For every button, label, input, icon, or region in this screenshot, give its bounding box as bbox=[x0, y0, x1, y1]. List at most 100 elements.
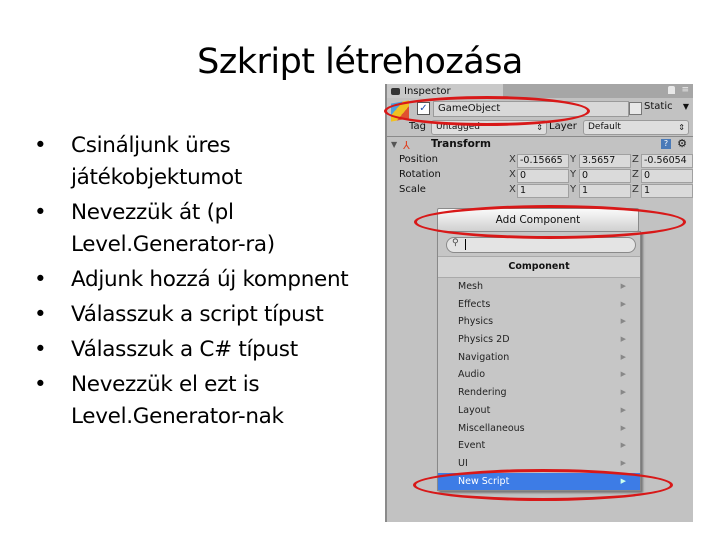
inspector-panel: Inspector ≡ ✓ GameObject Static ▼ Tag Un… bbox=[385, 84, 693, 522]
submenu-arrow-icon: ▶ bbox=[620, 282, 626, 290]
menu-item-navigation[interactable]: Navigation ▶ bbox=[438, 349, 640, 367]
menu-item-rendering[interactable]: Rendering ▶ bbox=[438, 384, 640, 402]
inspector-tabbar: Inspector ≡ bbox=[387, 84, 693, 98]
foldout-arrow-icon[interactable]: ▼ bbox=[391, 140, 397, 149]
submenu-arrow-icon: ▶ bbox=[620, 458, 626, 467]
scale-z-field[interactable]: 1 bbox=[641, 184, 693, 198]
bullet-text: Válasszuk a script típust bbox=[71, 302, 324, 327]
submenu-arrow-icon: ▶ bbox=[620, 299, 626, 308]
component-popup-header: Component bbox=[438, 256, 640, 278]
scale-x-field[interactable]: 1 bbox=[517, 184, 569, 198]
gear-icon[interactable]: ⚙ bbox=[677, 137, 687, 150]
submenu-arrow-icon: ▶ bbox=[620, 476, 626, 485]
rotation-y-field[interactable]: 0 bbox=[579, 169, 631, 183]
menu-item-ui[interactable]: UI ▶ bbox=[438, 455, 640, 473]
component-search-input[interactable]: ⚲ bbox=[446, 237, 636, 253]
menu-item-label: Mesh bbox=[458, 281, 484, 292]
bullet-item: • Válasszuk a C# típust bbox=[28, 334, 388, 366]
tag-dropdown[interactable]: Untagged ⇕ bbox=[431, 120, 547, 135]
bullet-icon: • bbox=[34, 133, 47, 158]
updown-arrow-icon: ⇕ bbox=[678, 123, 685, 132]
static-checkbox[interactable] bbox=[629, 102, 642, 115]
submenu-arrow-icon: ▶ bbox=[620, 317, 626, 326]
transform-title: Transform bbox=[431, 138, 491, 150]
menu-item-physics[interactable]: Physics ▶ bbox=[438, 313, 640, 331]
tag-label: Tag bbox=[409, 121, 426, 132]
menu-item-event[interactable]: Event ▶ bbox=[438, 437, 640, 455]
add-component-button[interactable]: Add Component bbox=[437, 208, 639, 232]
tab-inspector[interactable]: Inspector bbox=[387, 84, 503, 98]
bullet-text-continued: Level.Generator-nak bbox=[71, 404, 284, 429]
bullet-item: • Csináljunk üres játékobjektumot bbox=[28, 130, 388, 194]
layer-value: Default bbox=[588, 122, 621, 132]
submenu-arrow-icon: ▶ bbox=[620, 441, 626, 450]
menu-item-label: Rendering bbox=[458, 387, 507, 399]
transform-component: ▼ ⅄ Transform ? ⚙ Position X -0.15665 Y … bbox=[387, 136, 693, 199]
axis-x-label: X bbox=[509, 169, 516, 180]
rotation-label: Rotation bbox=[399, 169, 441, 180]
updown-arrow-icon: ⇕ bbox=[536, 123, 543, 132]
menu-item-layout[interactable]: Layout ▶ bbox=[438, 402, 640, 420]
submenu-arrow-icon: ▶ bbox=[620, 423, 626, 432]
bullet-text: Nevezzük át (pl bbox=[71, 200, 234, 225]
position-x-field[interactable]: -0.15665 bbox=[517, 154, 569, 168]
search-icon: ⚲ bbox=[452, 238, 459, 248]
menu-item-miscellaneous[interactable]: Miscellaneous ▶ bbox=[438, 420, 640, 438]
bullet-icon: • bbox=[34, 372, 47, 397]
menu-item-audio[interactable]: Audio ▶ bbox=[438, 366, 640, 384]
bullet-item: • Nevezzük el ezt is Level.Generator-nak bbox=[28, 369, 388, 433]
submenu-arrow-icon: ▶ bbox=[620, 335, 626, 344]
info-icon bbox=[391, 87, 400, 95]
submenu-arrow-icon: ▶ bbox=[620, 405, 626, 414]
menu-item-label: New Script bbox=[458, 475, 510, 487]
component-menu-list: Mesh ▶ Effects ▶ Physics ▶ Physics 2D ▶ Navigati… bbox=[438, 278, 640, 491]
layer-label: Layer bbox=[549, 121, 577, 132]
scale-row: Scale X 1 Y 1 Z 1 bbox=[387, 183, 693, 198]
rotation-z-field[interactable]: 0 bbox=[641, 169, 693, 183]
menu-item-new-script[interactable]: New Script ▶ bbox=[438, 472, 640, 491]
menu-item-label: Miscellaneous bbox=[458, 422, 525, 434]
bullet-list: • Csináljunk üres játékobjektumot • Nevezzü… bbox=[28, 130, 388, 436]
bullet-text: Válasszuk a C# típust bbox=[71, 337, 298, 362]
menu-item-label: Audio bbox=[458, 369, 486, 381]
bullet-icon: • bbox=[34, 200, 47, 225]
tag-layer-row: Tag Untagged ⇕ Layer Default ⇕ bbox=[387, 118, 693, 136]
scale-label: Scale bbox=[399, 184, 426, 195]
bullet-icon: • bbox=[34, 337, 47, 362]
component-popup: ⚲ Component Mesh ▶ Effects ▶ Physics ▶ Physics… bbox=[437, 231, 641, 491]
bullet-item: • Nevezzük át (pl Level.Generator-ra) bbox=[28, 197, 388, 261]
slide-title: Szkript létrehozása bbox=[197, 42, 523, 82]
menu-item-physics-2d[interactable]: Physics 2D ▶ bbox=[438, 331, 640, 349]
position-y-field[interactable]: 3.5657 bbox=[579, 154, 631, 168]
position-z-field[interactable]: -0.56054 bbox=[641, 154, 693, 168]
static-dropdown-icon[interactable]: ▼ bbox=[683, 102, 689, 111]
rotation-row: Rotation X 0 Y 0 Z 0 bbox=[387, 168, 693, 183]
menu-item-label: Physics bbox=[458, 316, 494, 328]
scale-y-field[interactable]: 1 bbox=[579, 184, 631, 198]
axis-y-label: Y bbox=[570, 184, 577, 195]
lock-icon[interactable] bbox=[668, 86, 675, 94]
submenu-arrow-icon: ▶ bbox=[620, 370, 626, 379]
menu-item-label: Event bbox=[458, 440, 486, 452]
submenu-arrow-icon: ▶ bbox=[620, 388, 626, 397]
menu-item-label: UI bbox=[458, 457, 468, 469]
panel-menu-icon[interactable]: ≡ bbox=[681, 85, 689, 95]
gameobject-name-field[interactable]: GameObject bbox=[433, 101, 629, 117]
axis-z-label: Z bbox=[632, 169, 639, 180]
menu-item-label: Layout bbox=[458, 404, 491, 416]
transform-header[interactable]: ▼ ⅄ Transform ? ⚙ bbox=[387, 137, 693, 153]
axis-z-label: Z bbox=[632, 184, 639, 195]
bullet-text-continued: játékobjektumot bbox=[71, 165, 243, 190]
layer-dropdown[interactable]: Default ⇕ bbox=[583, 120, 689, 135]
axis-y-label: Y bbox=[570, 154, 577, 165]
tag-value: Untagged bbox=[436, 122, 481, 132]
rotation-x-field[interactable]: 0 bbox=[517, 169, 569, 183]
menu-item-effects[interactable]: Effects ▶ bbox=[438, 296, 640, 314]
help-book-icon[interactable]: ? bbox=[661, 139, 671, 149]
bullet-icon: • bbox=[34, 267, 47, 292]
bullet-item: • Válasszuk a script típust bbox=[28, 299, 388, 331]
static-label: Static bbox=[644, 101, 673, 112]
axis-y-label: Y bbox=[570, 169, 577, 180]
active-checkbox[interactable]: ✓ bbox=[417, 102, 430, 115]
menu-item-mesh[interactable]: Mesh ▶ bbox=[438, 278, 640, 296]
